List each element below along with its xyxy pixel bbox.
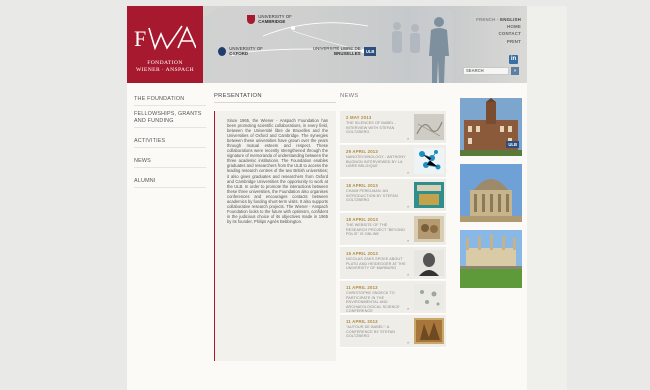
news-date: 11 APRIL 2013 — [346, 285, 378, 290]
news-heading: NEWS — [340, 93, 359, 99]
fwa-logo-mark-icon: F — [134, 25, 196, 51]
news-date: 11 APRIL 2013 — [346, 319, 378, 324]
news-date: 2 MAY 2013 — [346, 115, 372, 120]
news-item[interactable]: 11 APRIL 2013 "AUTOUR DE BABEL": A CONFE… — [340, 315, 446, 348]
cambridge-label: CAMBRIDGE — [258, 19, 286, 24]
news-thumbnail — [414, 318, 444, 344]
news-more-link[interactable]: » — [407, 340, 409, 345]
nav-alumni[interactable]: ALUMNI — [134, 176, 206, 188]
news-title[interactable]: CHRISTOPHE SNOECK TO PARTICIPATE IN THE … — [346, 291, 406, 314]
ulb-photo-badge: ULB — [506, 141, 519, 148]
nav-the-foundation[interactable]: THE FOUNDATION — [134, 94, 206, 106]
radcliffe-camera-image — [460, 164, 522, 222]
lang-english[interactable]: ENGLISH — [500, 17, 521, 22]
uni-oxford: UNIVERSITY OF OXFORD — [218, 46, 263, 56]
news-thumbnail — [414, 284, 444, 310]
header: F FONDATION WIENER · ANSPACH UNIVERSITY … — [127, 6, 527, 83]
logo-text: FONDATION WIENER · ANSPACH — [127, 60, 203, 74]
news-more-link[interactable]: » — [407, 136, 409, 141]
news-more-link[interactable]: » — [407, 170, 409, 175]
news-section: NEWS 2 MAY 2013 THE SILENCES OF BABEL - … — [340, 93, 446, 348]
presentation-heading: PRESENTATION — [214, 93, 336, 103]
nav-news[interactable]: NEWS — [134, 156, 206, 168]
right-rail — [527, 6, 567, 390]
news-thumbnail — [414, 114, 444, 140]
top-nav: FRENCH - ENGLISH HOME CONTACT PRINT — [457, 16, 521, 45]
photo-kings-college — [460, 230, 522, 288]
presentation-section: PRESENTATION Since 1965, the Wiener - An… — [214, 93, 336, 361]
svg-text:F: F — [134, 26, 146, 51]
news-date: 18 APRIL 2013 — [346, 183, 378, 188]
ulb-badge: ULB — [363, 46, 377, 56]
nav-fellowships[interactable]: FELLOWSHIPS, GRANTS AND FUNDING — [134, 109, 206, 128]
uni-ulb: UNIVERSITÉ LIBRE DE BRUXELLES ULB — [313, 46, 377, 56]
news-more-link[interactable]: » — [407, 306, 409, 311]
news-title[interactable]: THE SILENCES OF BABEL - INTERVIEW WITH S… — [346, 121, 406, 135]
logo[interactable]: F FONDATION WIENER · ANSPACH — [127, 6, 203, 83]
lang-french[interactable]: FRENCH — [476, 17, 496, 22]
news-item[interactable]: 2 MAY 2013 THE SILENCES OF BABEL - INTER… — [340, 111, 446, 144]
news-title[interactable]: THE WEBSITE OF THE RESEARCH PROJECT "BEY… — [346, 223, 406, 237]
news-title[interactable]: CHAIM PERELMAN: AN INTRODUCTION BY STEFA… — [346, 189, 406, 203]
cambridge-crest-icon — [247, 14, 255, 24]
photo-radcliffe — [460, 164, 522, 222]
uni-cambridge: UNIVERSITY OF CAMBRIDGE — [247, 14, 292, 24]
news-item[interactable]: 29 APRIL 2013 NANOTECHNOLOGY : ANTHONY B… — [340, 145, 446, 178]
search-button[interactable]: » — [511, 67, 519, 75]
news-title[interactable]: NICOLAS ZAKS SPOKE ABOUT PLATO AND HEIDE… — [346, 257, 406, 271]
news-title[interactable]: "AUTOUR DE BABEL": A CONFERENCE BY STEFA… — [346, 325, 406, 339]
news-more-link[interactable]: » — [407, 272, 409, 277]
nav-activities[interactable]: ACTIVITIES — [134, 136, 206, 148]
news-more-link[interactable]: » — [407, 204, 409, 209]
news-item[interactable]: 18 APRIL 2013 THE WEBSITE OF THE RESEARC… — [340, 213, 446, 246]
news-thumbnail — [414, 250, 444, 276]
news-date: 29 APRIL 2013 — [346, 149, 378, 154]
news-item[interactable]: 11 APRIL 2013 CHRISTOPHE SNOECK TO PARTI… — [340, 281, 446, 314]
news-title[interactable]: NANOTECHNOLOGY : ANTHONY BUGNON INTERVIE… — [346, 155, 406, 169]
news-date: 18 APRIL 2013 — [346, 217, 378, 222]
page: F FONDATION WIENER · ANSPACH UNIVERSITY … — [127, 6, 527, 390]
photo-ulb: ULB — [460, 98, 522, 156]
news-thumbnail — [414, 148, 444, 174]
search: SEARCH » — [463, 67, 519, 75]
kings-college-image — [460, 230, 522, 288]
people-silhouettes — [392, 17, 449, 83]
news-item[interactable]: 18 APRIL 2013 CHAIM PERELMAN: AN INTRODU… — [340, 179, 446, 212]
news-item[interactable]: 15 APRIL 2013 NICOLAS ZAKS SPOKE ABOUT P… — [340, 247, 446, 280]
presentation-body: Since 1965, the Wiener - Anspach Foundat… — [214, 111, 336, 361]
oxford-crest-icon — [218, 46, 226, 56]
home-link[interactable]: HOME — [457, 23, 521, 30]
print-link[interactable]: PRINT — [457, 38, 521, 45]
news-thumbnail — [414, 216, 444, 242]
logo-line2: WIENER · ANSPACH — [135, 67, 195, 73]
news-thumbnail — [414, 182, 444, 208]
oxford-label: OXFORD — [229, 51, 249, 56]
search-input[interactable]: SEARCH — [463, 67, 509, 75]
news-date: 15 APRIL 2013 — [346, 251, 378, 256]
linkedin-icon[interactable]: in — [509, 55, 518, 64]
news-more-link[interactable]: » — [407, 238, 409, 243]
logo-line1: FONDATION — [147, 60, 183, 66]
language-switch: FRENCH - ENGLISH — [457, 16, 521, 23]
ulb-label: BRUXELLES — [333, 51, 361, 56]
left-nav: THE FOUNDATION FELLOWSHIPS, GRANTS AND F… — [134, 94, 206, 188]
contact-link[interactable]: CONTACT — [457, 30, 521, 37]
